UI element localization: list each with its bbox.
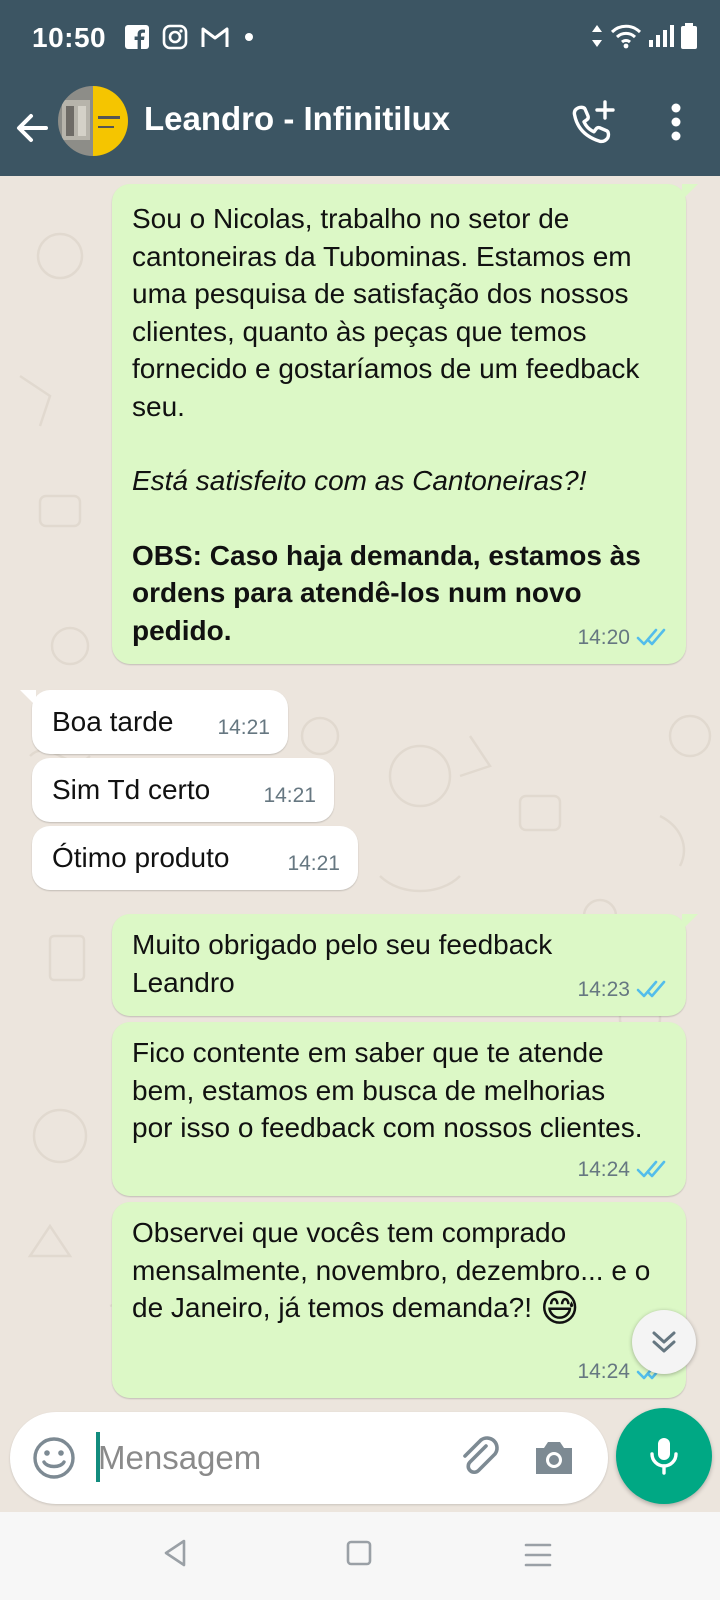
message-text: Sim Td certo	[52, 774, 211, 805]
emoji-icon	[33, 1437, 75, 1479]
gmail-icon	[201, 27, 229, 47]
instagram-icon	[162, 24, 188, 50]
status-bar: 10:50	[0, 0, 720, 80]
message-bubble-incoming[interactable]: Boa tarde 14:21	[20, 690, 288, 754]
message-time: 14:20	[577, 625, 630, 649]
message-text-italic: Está satisfeito com as Cantoneiras?!	[132, 465, 587, 496]
scroll-to-bottom-button[interactable]	[632, 1310, 696, 1374]
message-text: Ótimo produto	[52, 842, 230, 873]
message-text: Boa tarde	[52, 706, 174, 737]
double-chevron-down-icon	[652, 1331, 676, 1353]
camera-button[interactable]	[530, 1434, 578, 1482]
nav-home-button[interactable]	[346, 1540, 372, 1571]
contact-name[interactable]: Leandro - Infinitilux	[144, 100, 450, 138]
message-bubble-outgoing[interactable]: Fico contente em saber que te atende bem…	[112, 1022, 686, 1196]
avatar[interactable]	[58, 86, 128, 156]
read-receipt-icon	[636, 628, 666, 646]
read-receipt-icon	[636, 1160, 666, 1178]
message-time: 14:21	[263, 783, 316, 807]
back-arrow-icon	[17, 114, 48, 142]
bubble-tail	[682, 184, 698, 200]
message-text: Fico contente em saber que te atende bem…	[132, 1037, 643, 1143]
message-meta: 14:24	[577, 1151, 670, 1189]
nav-recents-button[interactable]	[524, 1542, 552, 1573]
chat-area[interactable]: Sou o Nicolas, trabalho no setor de cant…	[0, 176, 720, 1412]
nav-back-button[interactable]	[162, 1538, 188, 1573]
system-icons	[590, 22, 698, 50]
bubble-tail	[682, 914, 698, 930]
message-input[interactable]	[98, 1430, 438, 1486]
square-home-icon	[346, 1540, 372, 1566]
voice-message-button[interactable]	[616, 1408, 712, 1504]
message-meta: 14:23	[577, 971, 670, 1009]
back-button[interactable]	[12, 102, 56, 154]
read-receipt-icon	[636, 980, 666, 998]
message-text: Observei que vocês tem comprado mensalme…	[132, 1214, 652, 1329]
wifi-icon	[610, 24, 642, 49]
message-time: 14:24	[577, 1359, 630, 1383]
message-bubble-incoming[interactable]: Sim Td certo 14:21	[32, 758, 334, 822]
chat-header: Leandro - Infinitilux	[0, 80, 720, 176]
message-meta: 14:20	[577, 619, 670, 657]
message-bubble-outgoing[interactable]: Muito obrigado pelo seu feedback Leandro…	[112, 914, 698, 1016]
attach-icon	[463, 1436, 499, 1474]
facebook-icon	[125, 25, 149, 50]
message-composer	[10, 1412, 608, 1504]
bubble-tail	[20, 690, 36, 706]
camera-icon	[536, 1442, 572, 1474]
message-bubble-outgoing[interactable]: Observei que vocês tem comprado mensalme…	[112, 1202, 686, 1398]
message-time: 14:21	[287, 851, 340, 875]
message-text: Sou o Nicolas, trabalho no setor de cant…	[132, 203, 640, 422]
message-time: 14:23	[577, 977, 630, 1001]
system-navigation-bar	[0, 1512, 720, 1600]
menu-lines-icon	[524, 1543, 552, 1567]
add-call-icon	[572, 100, 615, 144]
mic-icon	[650, 1438, 678, 1475]
notification-icons	[124, 24, 256, 50]
attach-button[interactable]	[456, 1434, 504, 1482]
more-vert-icon	[671, 103, 681, 141]
message-bubble-incoming[interactable]: Ótimo produto 14:21	[32, 826, 358, 890]
message-time: 14:24	[577, 1157, 630, 1181]
emoji-button[interactable]	[30, 1434, 78, 1482]
dot-icon	[245, 33, 253, 41]
triangle-back-icon	[164, 1539, 186, 1567]
signal-icon	[649, 25, 674, 47]
data-arrows-icon	[592, 25, 602, 47]
sweat-smile-emoji: 😅	[539, 1288, 580, 1330]
battery-icon	[681, 23, 697, 49]
message-bubble-outgoing[interactable]: Sou o Nicolas, trabalho no setor de cant…	[112, 184, 698, 664]
message-time: 14:21	[217, 715, 270, 739]
add-call-button[interactable]	[568, 100, 616, 148]
status-time: 10:50	[32, 22, 107, 53]
more-options-button[interactable]	[662, 100, 690, 148]
message-text: Muito obrigado pelo seu feedback Leandro	[132, 929, 553, 998]
